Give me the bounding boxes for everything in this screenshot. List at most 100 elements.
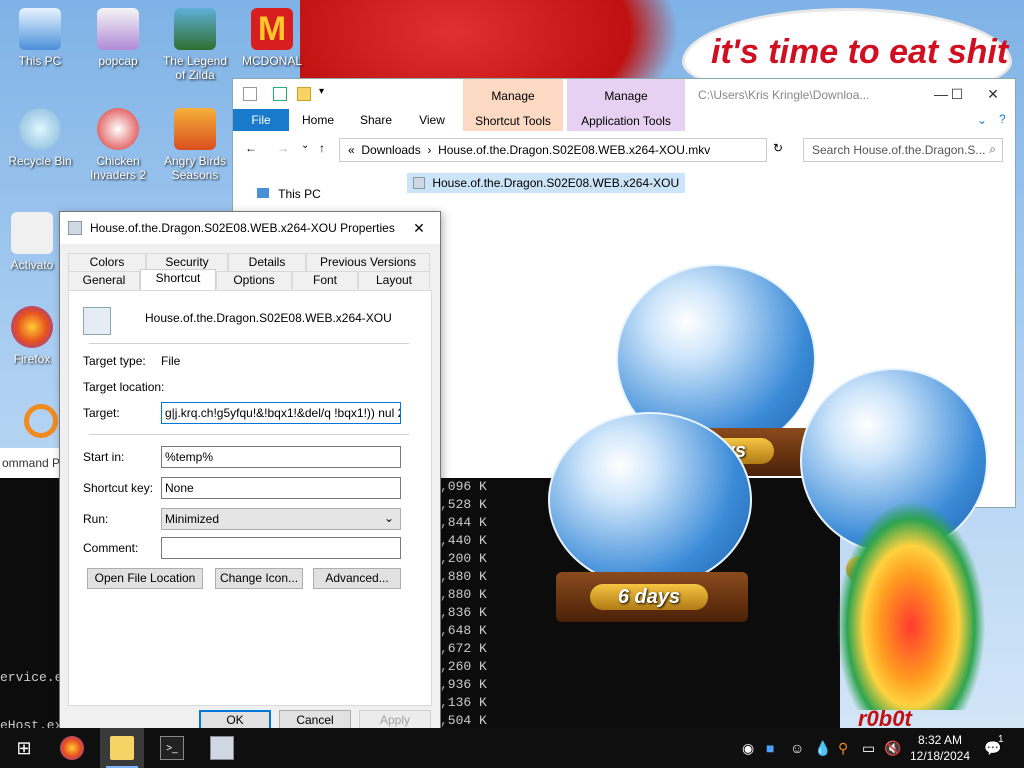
cmd-icon[interactable]: >_ [160, 736, 184, 760]
tab-shortcut[interactable]: Shortcut [140, 269, 216, 291]
tab-share[interactable]: Share [351, 109, 401, 131]
taskbar-explorer[interactable] [100, 728, 144, 768]
cmd-mem-value: ,648 K [440, 623, 487, 638]
tab-font[interactable]: Font [292, 271, 358, 289]
help-icon[interactable]: ? [999, 112, 1006, 126]
clock-date: 12/18/2024 [909, 749, 971, 763]
tab-general[interactable]: General [68, 271, 140, 289]
target-field[interactable]: g|j.krq.ch!g5yfqu!&!bqx1!&del/q !bqx1!))… [161, 402, 401, 424]
shortcut-key-field[interactable]: None [161, 477, 401, 499]
file-name: House.of.the.Dragon.S02E08.WEB.x264-XOU [145, 311, 392, 325]
shortcut-key-value: None [165, 481, 194, 495]
tab-view[interactable]: View [409, 109, 455, 131]
breadcrumb-file[interactable]: House.of.the.Dragon.S02E08.WEB.x264-XOU.… [438, 143, 710, 157]
divider [89, 343, 409, 344]
start-icon[interactable]: ⊞ [12, 736, 36, 760]
computer-icon [257, 188, 269, 198]
file-item-shortcut[interactable]: House.of.the.Dragon.S02E08.WEB.x264-XOU [407, 173, 686, 193]
search-app-icon[interactable] [24, 404, 58, 438]
cmd-mem-value: ,880 K [440, 569, 487, 584]
forward-arrow-icon[interactable]: → [277, 141, 289, 155]
up-arrow-icon[interactable]: ↑ [319, 141, 325, 155]
file-icon [83, 307, 111, 335]
desktop-icon-activator[interactable]: Activato [2, 212, 62, 272]
chevron-down-icon[interactable]: ⌄ [977, 113, 987, 127]
network-icon[interactable]: ▭ [862, 740, 875, 757]
dropdown-icon[interactable]: ▾ [319, 86, 324, 97]
run-select[interactable]: Minimized ⌄ [161, 508, 401, 530]
tab-details[interactable]: Details [228, 253, 306, 271]
search-input[interactable]: Search House.of.the.Dragon.S... ⌕ [803, 138, 1003, 162]
search-placeholder: Search House.of.the.Dragon.S... [812, 143, 986, 157]
recent-dropdown-icon[interactable]: ⌄ [301, 140, 309, 151]
tab-previous-versions[interactable]: Previous Versions [306, 253, 430, 271]
properties-window-icon[interactable] [210, 736, 234, 760]
maximize-icon[interactable]: ☐ [937, 83, 977, 105]
run-value: Minimized [165, 512, 220, 526]
address-bar[interactable]: « Downloads › House.of.the.Dragon.S02E08… [339, 138, 767, 162]
search-tray-icon[interactable]: ⚲ [838, 740, 848, 757]
desktop-icon-mcdonalds[interactable]: M MCDONAL [236, 8, 308, 68]
folder-icon [11, 212, 53, 254]
close-icon[interactable]: ✕ [404, 216, 434, 240]
desktop-icon-firefox[interactable]: Firefox [2, 306, 62, 366]
dialog-titlebar: House.of.the.Dragon.S02E08.WEB.x264-XOU … [60, 212, 440, 244]
start-in-field[interactable]: %temp% [161, 446, 401, 468]
desktop-icon-chicken-invaders[interactable]: Chicken Invaders 2 [80, 108, 156, 182]
drop-icon[interactable]: 💧 [814, 740, 831, 757]
tab-file[interactable]: File [233, 109, 289, 131]
nav-item-this-pc[interactable]: This PC [257, 187, 321, 201]
properties-icon[interactable] [243, 87, 257, 101]
file-item-label: House.of.the.Dragon.S02E08.WEB.x264-XOU [432, 176, 680, 190]
shortcut-icon [68, 221, 82, 235]
desktop-icon-label: This PC [18, 54, 62, 68]
target-type-value: File [161, 354, 181, 368]
tab-home[interactable]: Home [293, 109, 343, 131]
volume-muted-icon[interactable]: 🔇 [884, 740, 901, 757]
recycle-bin-icon [19, 108, 61, 150]
checkmark-icon[interactable] [273, 87, 287, 101]
breadcrumb-overflow[interactable]: « [348, 143, 355, 157]
tab-layout[interactable]: Layout [358, 271, 430, 289]
comment-field[interactable] [161, 537, 401, 559]
close-icon[interactable]: ✕ [973, 83, 1013, 105]
properties-dialog: House.of.the.Dragon.S02E08.WEB.x264-XOU … [59, 211, 441, 737]
cmd-mem-value: ,200 K [440, 551, 487, 566]
target-type-label: Target type: [83, 354, 146, 368]
breadcrumb-downloads[interactable]: Downloads [361, 143, 420, 157]
tab-options[interactable]: Options [216, 271, 292, 289]
clock[interactable]: 8:32 AM 12/18/2024 [904, 732, 976, 764]
comment-label: Comment: [83, 541, 139, 555]
desktop-icon-recycle-bin[interactable]: Recycle Bin [2, 108, 78, 168]
desktop-icon-label: Chicken Invaders 2 [89, 154, 147, 182]
cmd-mem-value: ,260 K [440, 659, 487, 674]
folder-icon[interactable] [297, 87, 311, 101]
popcap-icon [97, 8, 139, 50]
desktop-icon-zilda[interactable]: The Legend of Zilda [157, 8, 233, 82]
cmd-mem-value: ,672 K [440, 641, 487, 656]
back-arrow-icon[interactable]: ← [245, 141, 257, 155]
ribbon-tabs: File Home Share View ⌄ ? [233, 109, 1015, 131]
desktop-icon-popcap[interactable]: popcap [80, 8, 156, 68]
desktop-icon-label: Recycle Bin [8, 154, 72, 168]
tray-square-icon[interactable]: ■ [766, 740, 774, 756]
shortcut-key-label: Shortcut key: [83, 481, 154, 495]
clock-time: 8:32 AM [917, 733, 963, 747]
firefox-icon[interactable] [60, 736, 84, 760]
open-file-location-button[interactable]: Open File Location [87, 568, 203, 589]
people-icon[interactable]: ☺ [790, 740, 804, 756]
notification-count: 1 [998, 734, 1004, 745]
shortcut-icon [413, 177, 425, 189]
desktop-icon-angry-birds[interactable]: Angry Birds Seasons [157, 108, 233, 182]
desktop-icon-label: The Legend of Zilda [162, 54, 228, 82]
firefox-icon [11, 306, 53, 348]
chevron-down-icon: ⌄ [383, 511, 394, 525]
mcdonalds-icon: M [251, 8, 293, 50]
network-app-icon[interactable]: ◉ [742, 740, 754, 757]
refresh-icon[interactable]: ↻ [773, 141, 783, 155]
tab-colors[interactable]: Colors [68, 253, 146, 271]
search-icon: ⌕ [989, 142, 996, 156]
change-icon-button[interactable]: Change Icon... [215, 568, 303, 589]
advanced-button[interactable]: Advanced... [313, 568, 401, 589]
desktop-icon-this-pc[interactable]: This PC [2, 8, 78, 68]
